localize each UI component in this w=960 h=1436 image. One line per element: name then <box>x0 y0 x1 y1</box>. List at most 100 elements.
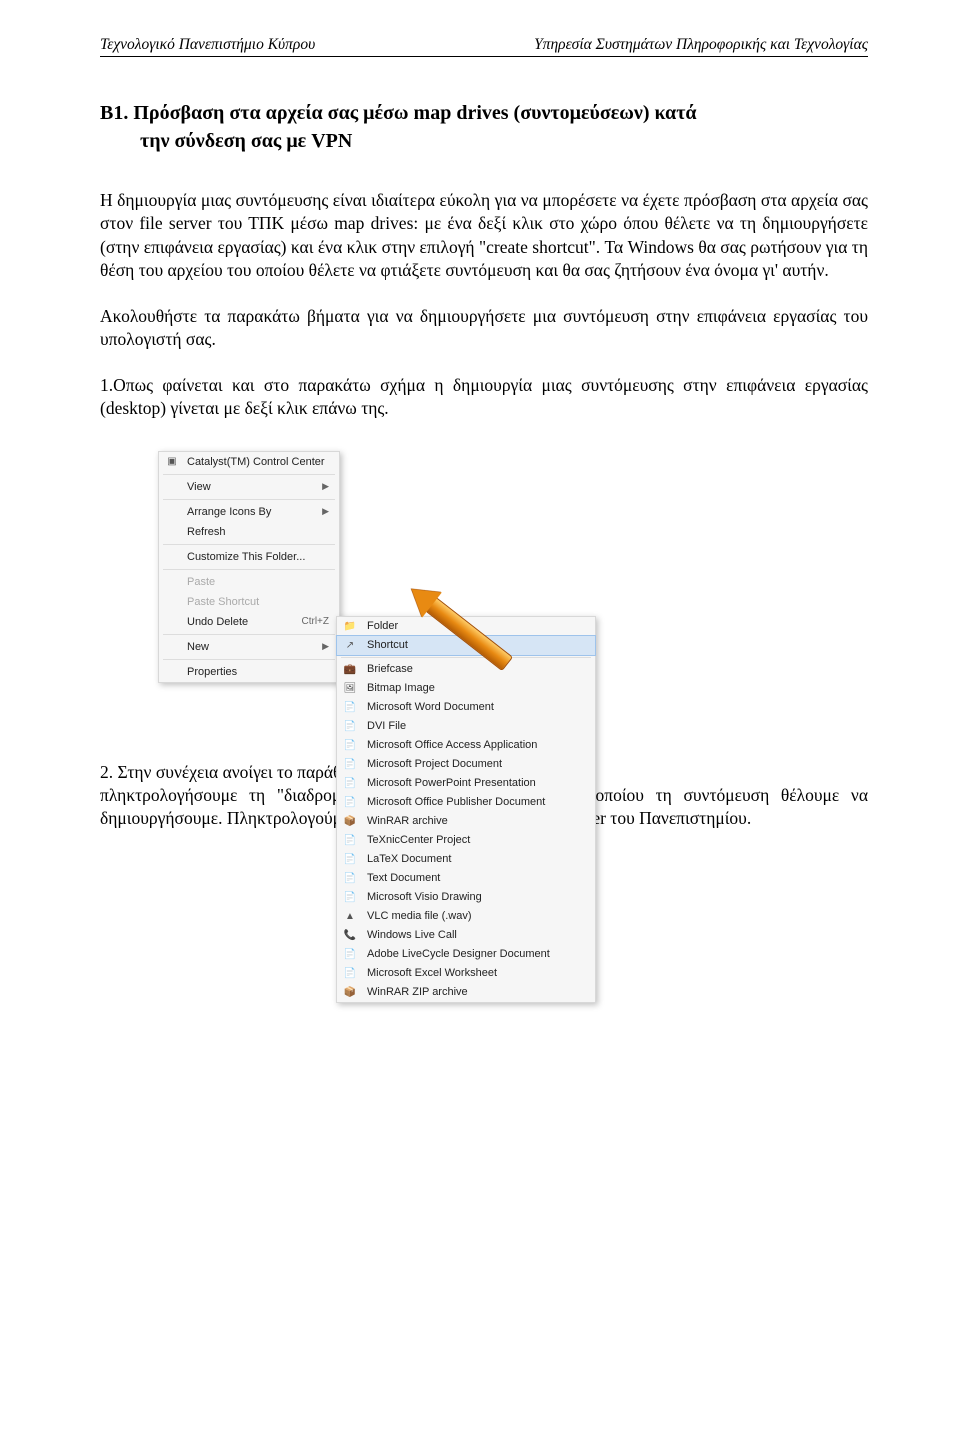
section-title-line2: την σύνδεση σας με VPN <box>100 127 868 155</box>
menu-item[interactable]: Refresh <box>159 522 339 542</box>
submenu-item-icon: 📄 <box>343 720 357 734</box>
submenu-item-icon: 📦 <box>343 815 357 829</box>
submenu-item-icon: 📄 <box>343 967 357 981</box>
submenu-item[interactable]: 📄 Text Document <box>337 869 595 888</box>
menu-item-shortcut: Ctrl+Z <box>302 616 330 627</box>
menu-item[interactable]: Properties <box>159 662 339 682</box>
submenu-item[interactable]: 📦 WinRAR archive <box>337 812 595 831</box>
submenu-item[interactable]: 📞 Windows Live Call <box>337 926 595 945</box>
submenu-arrow-icon: ▶ <box>322 641 329 652</box>
header-right: Υπηρεσία Συστημάτων Πληροφορικής και Τεχ… <box>534 36 868 54</box>
menu-item-label: Refresh <box>187 526 226 538</box>
menu-item-label: View <box>187 481 211 493</box>
menu-item-label: Paste <box>187 576 215 588</box>
section-title-line1: B1. Πρόσβαση στα αρχεία σας μέσω map dri… <box>100 102 697 124</box>
menu-item[interactable]: Undo Delete Ctrl+Z <box>159 612 339 632</box>
menu-separator <box>163 499 335 500</box>
new-submenu[interactable]: 📁 Folder ↗ Shortcut 💼 Briefcase 🖼 Bitmap Image 📄… <box>336 616 596 1003</box>
submenu-item-icon: 📄 <box>343 891 357 905</box>
submenu-item-label: Microsoft Project Document <box>367 758 502 770</box>
context-menu-figure: ▣Catalyst(TM) Control CenterView▶Arrange… <box>158 451 596 683</box>
submenu-item-icon: ↗ <box>343 639 357 653</box>
submenu-item[interactable]: 💼 Briefcase <box>337 660 595 679</box>
submenu-item-label: Microsoft PowerPoint Presentation <box>367 777 536 789</box>
menu-separator <box>163 634 335 635</box>
submenu-item-label: LaTeX Document <box>367 853 451 865</box>
menu-separator <box>163 544 335 545</box>
submenu-item-icon: 💼 <box>343 663 357 677</box>
submenu-item-label: Windows Live Call <box>367 929 457 941</box>
submenu-item-icon: 📄 <box>343 853 357 867</box>
menu-item-label: Paste Shortcut <box>187 596 259 608</box>
menu-separator <box>163 659 335 660</box>
submenu-item-icon: 📄 <box>343 796 357 810</box>
submenu-item[interactable]: 🖼 Bitmap Image <box>337 679 595 698</box>
menu-item-label: Properties <box>187 666 237 678</box>
submenu-item[interactable]: ▲VLC media file (.wav) <box>337 907 595 926</box>
submenu-item-label: Microsoft Visio Drawing <box>367 891 482 903</box>
submenu-item-icon: 📄 <box>343 948 357 962</box>
paragraph-1: Η δημιουργία μιας συντόμευσης είναι ιδια… <box>100 189 868 283</box>
menu-item-label: Arrange Icons By <box>187 506 271 518</box>
submenu-item-label: Briefcase <box>367 663 413 675</box>
submenu-item-label: Microsoft Word Document <box>367 701 494 713</box>
submenu-item-icon: 📞 <box>343 929 357 943</box>
menu-item[interactable]: Customize This Folder... <box>159 547 339 567</box>
menu-item-label: Undo Delete <box>187 616 248 628</box>
submenu-item-label: Folder <box>367 620 398 632</box>
menu-item: Paste <box>159 572 339 592</box>
page-header: Τεχνολογικό Πανεπιστήμιο Κύπρου Υπηρεσία… <box>100 36 868 54</box>
menu-item[interactable]: ▣ Catalyst(TM) Control Center <box>159 452 339 472</box>
submenu-item-icon: 📦 <box>343 986 357 1000</box>
submenu-item-label: Adobe LiveCycle Designer Document <box>367 948 550 960</box>
submenu-item-icon: 📄 <box>343 739 357 753</box>
menu-item-icon: ▣ <box>165 455 179 469</box>
submenu-item[interactable]: 📄 TeXnicCenter Project <box>337 831 595 850</box>
submenu-item-icon: 📄 <box>343 777 357 791</box>
submenu-item-label: Text Document <box>367 872 440 884</box>
submenu-item-icon: 📄 <box>343 758 357 772</box>
submenu-item-icon: 📁 <box>343 620 357 634</box>
submenu-item-icon: 📄 <box>343 834 357 848</box>
menu-item[interactable]: View ▶ <box>159 477 339 497</box>
menu-item: Paste Shortcut <box>159 592 339 612</box>
paragraph-3: 1.Οπως φαίνεται και στο παρακάτω σχήμα η… <box>100 374 868 421</box>
submenu-arrow-icon: ▶ <box>322 506 329 517</box>
submenu-item-label: Bitmap Image <box>367 682 435 694</box>
submenu-item-label: Shortcut <box>367 639 408 651</box>
menu-item-label: Customize This Folder... <box>187 551 305 563</box>
submenu-item-label: WinRAR archive <box>367 815 448 827</box>
submenu-item[interactable]: 📄 Microsoft Visio Drawing <box>337 888 595 907</box>
submenu-arrow-icon: ▶ <box>322 481 329 492</box>
submenu-item[interactable]: 📄 Microsoft Excel Worksheet <box>337 964 595 983</box>
submenu-item[interactable]: 📄 Microsoft PowerPoint Presentation <box>337 774 595 793</box>
menu-item[interactable]: Arrange Icons By ▶ <box>159 502 339 522</box>
submenu-item-icon: 🖼 <box>343 682 357 696</box>
submenu-item-icon: ▲ <box>343 910 357 924</box>
header-divider <box>100 56 868 57</box>
submenu-item[interactable]: 📄Microsoft Word Document <box>337 698 595 717</box>
menu-item[interactable]: New ▶ <box>159 637 339 657</box>
submenu-item[interactable]: 📄 Microsoft Office Access Application <box>337 736 595 755</box>
submenu-item-label: Microsoft Office Access Application <box>367 739 537 751</box>
menu-item-label: New <box>187 641 209 653</box>
header-left: Τεχνολογικό Πανεπιστήμιο Κύπρου <box>100 36 315 54</box>
submenu-item-label: TeXnicCenter Project <box>367 834 470 846</box>
menu-separator <box>163 569 335 570</box>
section-title: B1. Πρόσβαση στα αρχεία σας μέσω map dri… <box>100 99 868 155</box>
submenu-item[interactable]: 📦 WinRAR ZIP archive <box>337 983 595 1002</box>
paragraph-2: Ακολουθήστε τα παρακάτω βήματα για να δη… <box>100 305 868 352</box>
submenu-item[interactable]: 📄 Microsoft Project Document <box>337 755 595 774</box>
menu-separator <box>163 474 335 475</box>
context-menu[interactable]: ▣Catalyst(TM) Control CenterView▶Arrange… <box>158 451 340 683</box>
submenu-item[interactable]: 📄 DVI File <box>337 717 595 736</box>
menu-item-label: Catalyst(TM) Control Center <box>187 456 325 468</box>
submenu-item-label: DVI File <box>367 720 406 732</box>
submenu-item[interactable]: 📄 LaTeX Document <box>337 850 595 869</box>
submenu-item[interactable]: 📄Microsoft Office Publisher Document <box>337 793 595 812</box>
submenu-item-label: WinRAR ZIP archive <box>367 986 468 998</box>
submenu-item[interactable]: 📄 Adobe LiveCycle Designer Document <box>337 945 595 964</box>
submenu-item-label: Microsoft Excel Worksheet <box>367 967 497 979</box>
menu-separator <box>341 657 591 658</box>
submenu-item-icon: 📄 <box>343 872 357 886</box>
